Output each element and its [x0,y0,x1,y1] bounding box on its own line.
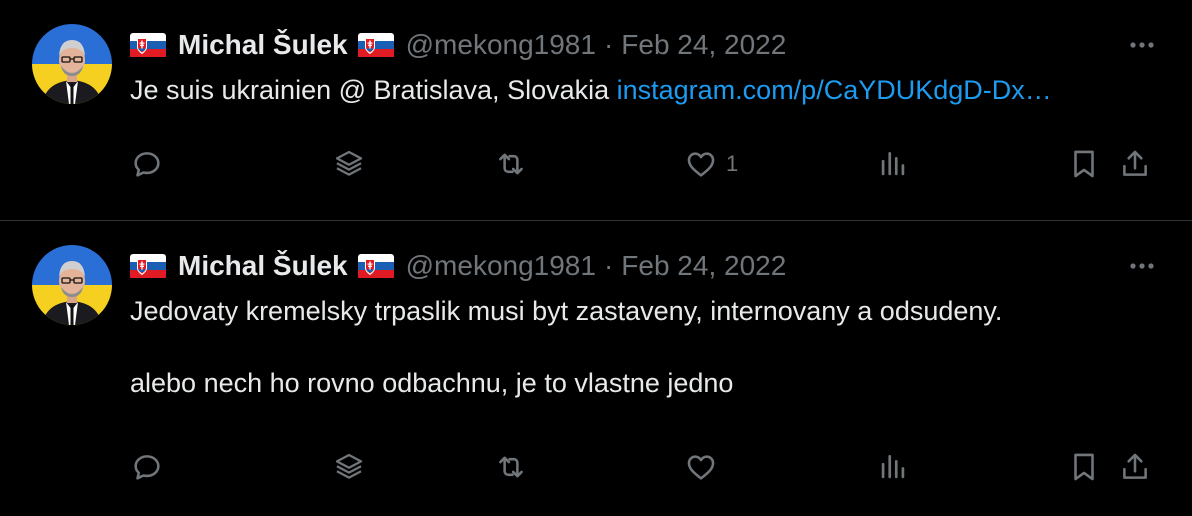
share-button[interactable] [1118,144,1152,184]
tweet-date[interactable]: Feb 24, 2022 [621,29,786,61]
heart-icon [684,450,718,484]
tweet-text: Jedovaty kremelsky trpaslik musi byt zas… [130,293,1170,401]
slovakia-flag-icon [130,33,166,57]
tweet-text-content: Je suis ukrainien @ Bratislava, Slovakia [130,75,617,105]
bookmark-icon [1067,450,1101,484]
views-chart-icon [876,450,910,484]
reply-button[interactable] [130,144,164,184]
tweet[interactable]: Michal Šulek @mekong1981 · Feb 24, 2022 … [0,221,1192,516]
heart-icon [684,147,718,181]
action-bar: 1 [130,144,1170,184]
tweet-text-line: alebo nech ho rovno odbachnu, je to vlas… [130,368,734,398]
more-options-icon[interactable] [1122,30,1162,60]
layers-icon [332,450,366,484]
like-button[interactable] [684,447,718,487]
separator: · [603,29,614,60]
retweet-icon [494,147,528,181]
layers-icon [332,147,366,181]
reply-button[interactable] [130,447,164,487]
views-button[interactable] [876,447,910,487]
avatar[interactable] [32,24,112,104]
retweet-button[interactable] [494,447,528,487]
grok-button[interactable] [332,144,366,184]
bookmark-button[interactable] [1067,144,1101,184]
tweet-link[interactable]: instagram.com/p/CaYDUKdgD-Dx… [617,75,1052,105]
share-icon [1118,147,1152,181]
author-name[interactable]: Michal Šulek [178,29,348,61]
bookmark-icon [1067,147,1101,181]
author-name[interactable]: Michal Šulek [178,250,348,282]
slovakia-flag-icon [130,254,166,278]
tweet-text: Je suis ukrainien @ Bratislava, Slovakia… [130,72,1170,108]
separator: · [603,250,614,281]
tweet-text-line: Jedovaty kremelsky trpaslik musi byt zas… [130,296,1003,326]
more-options-icon[interactable] [1122,251,1162,281]
action-bar [130,447,1170,487]
slovakia-flag-icon [358,254,394,278]
reply-icon [130,147,164,181]
reply-icon [130,450,164,484]
slovakia-flag-icon [358,33,394,57]
like-button[interactable]: 1 [684,144,738,184]
share-button[interactable] [1118,447,1152,487]
tweet-header: Michal Šulek @mekong1981 · Feb 24, 2022 [130,28,786,62]
tweet-header: Michal Šulek @mekong1981 · Feb 24, 2022 [130,249,786,283]
author-handle[interactable]: @mekong1981 [406,250,596,282]
retweet-button[interactable] [494,144,528,184]
grok-button[interactable] [332,447,366,487]
bookmark-button[interactable] [1067,447,1101,487]
views-button[interactable] [876,144,910,184]
retweet-icon [494,450,528,484]
tweet[interactable]: Michal Šulek @mekong1981 · Feb 24, 2022 … [0,0,1192,221]
views-chart-icon [876,147,910,181]
like-count: 1 [726,151,739,176]
share-icon [1118,450,1152,484]
avatar[interactable] [32,245,112,325]
tweet-date[interactable]: Feb 24, 2022 [621,250,786,282]
author-handle[interactable]: @mekong1981 [406,29,596,61]
